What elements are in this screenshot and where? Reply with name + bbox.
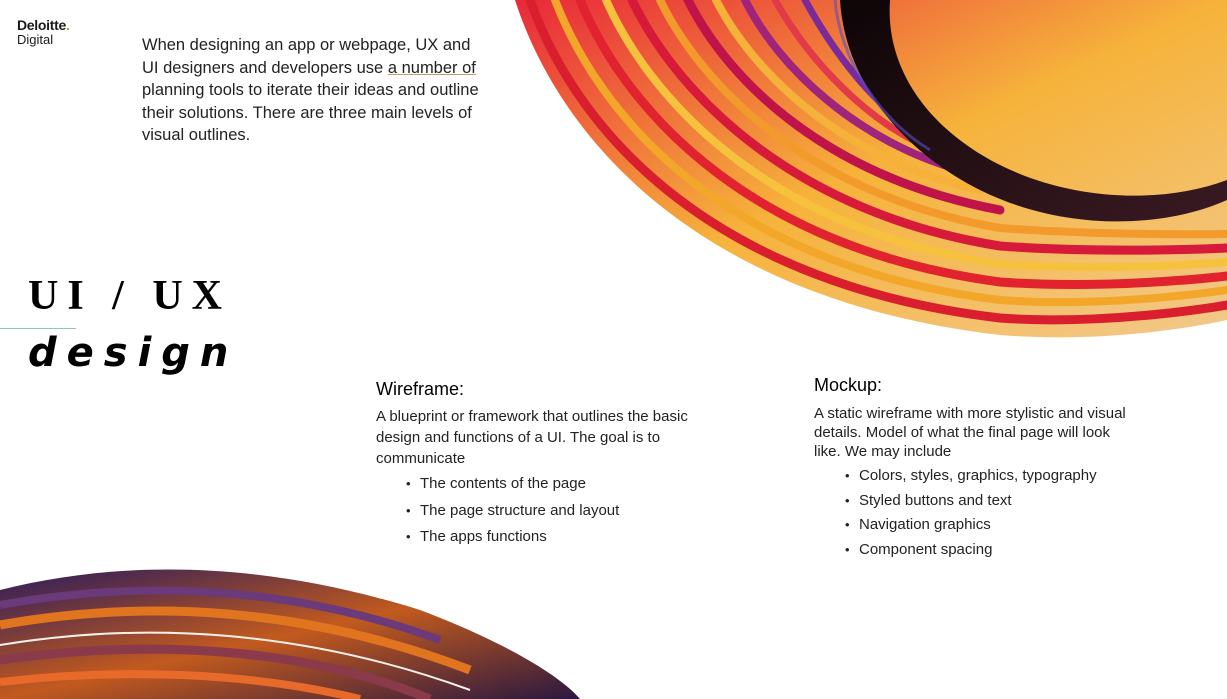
intro-text-after: planning tools to iterate their ideas an… bbox=[142, 81, 479, 144]
list-item: Component spacing bbox=[845, 540, 1126, 565]
wireframe-heading: Wireframe: bbox=[376, 379, 465, 399]
wireframe-list: The contents of the page The page struct… bbox=[406, 473, 688, 553]
intro-underlined-text: a number of bbox=[387, 58, 476, 77]
logo-sub: Digital bbox=[17, 32, 54, 47]
mockup-section: Mockup: A static wireframe with more sty… bbox=[814, 376, 1126, 564]
wireframe-body: A blueprint or framework that outlines t… bbox=[376, 408, 688, 467]
list-item: Colors, styles, graphics, typography bbox=[845, 466, 1126, 491]
title-line-1: UI / UX bbox=[28, 273, 232, 319]
logo-dot: . bbox=[65, 17, 70, 33]
logo-brand: Deloitte bbox=[17, 17, 66, 33]
list-item: Styled buttons and text bbox=[845, 491, 1126, 516]
mockup-heading: Mockup: bbox=[814, 375, 883, 395]
list-item: The page structure and layout bbox=[406, 500, 688, 527]
list-item: The contents of the page bbox=[406, 473, 688, 500]
list-item: Navigation graphics bbox=[845, 515, 1126, 540]
mockup-list: Colors, styles, graphics, typography Sty… bbox=[845, 466, 1126, 564]
deloitte-digital-logo: Deloitte. Digital bbox=[17, 18, 70, 46]
mockup-body: A static wireframe with more stylistic a… bbox=[814, 405, 1126, 460]
title-divider bbox=[0, 328, 76, 329]
title-line-2: design bbox=[28, 330, 239, 376]
list-item: The apps functions bbox=[406, 526, 688, 553]
wireframe-section: Wireframe: A blueprint or framework that… bbox=[376, 379, 688, 553]
intro-paragraph: When designing an app or webpage, UX and… bbox=[142, 34, 487, 147]
